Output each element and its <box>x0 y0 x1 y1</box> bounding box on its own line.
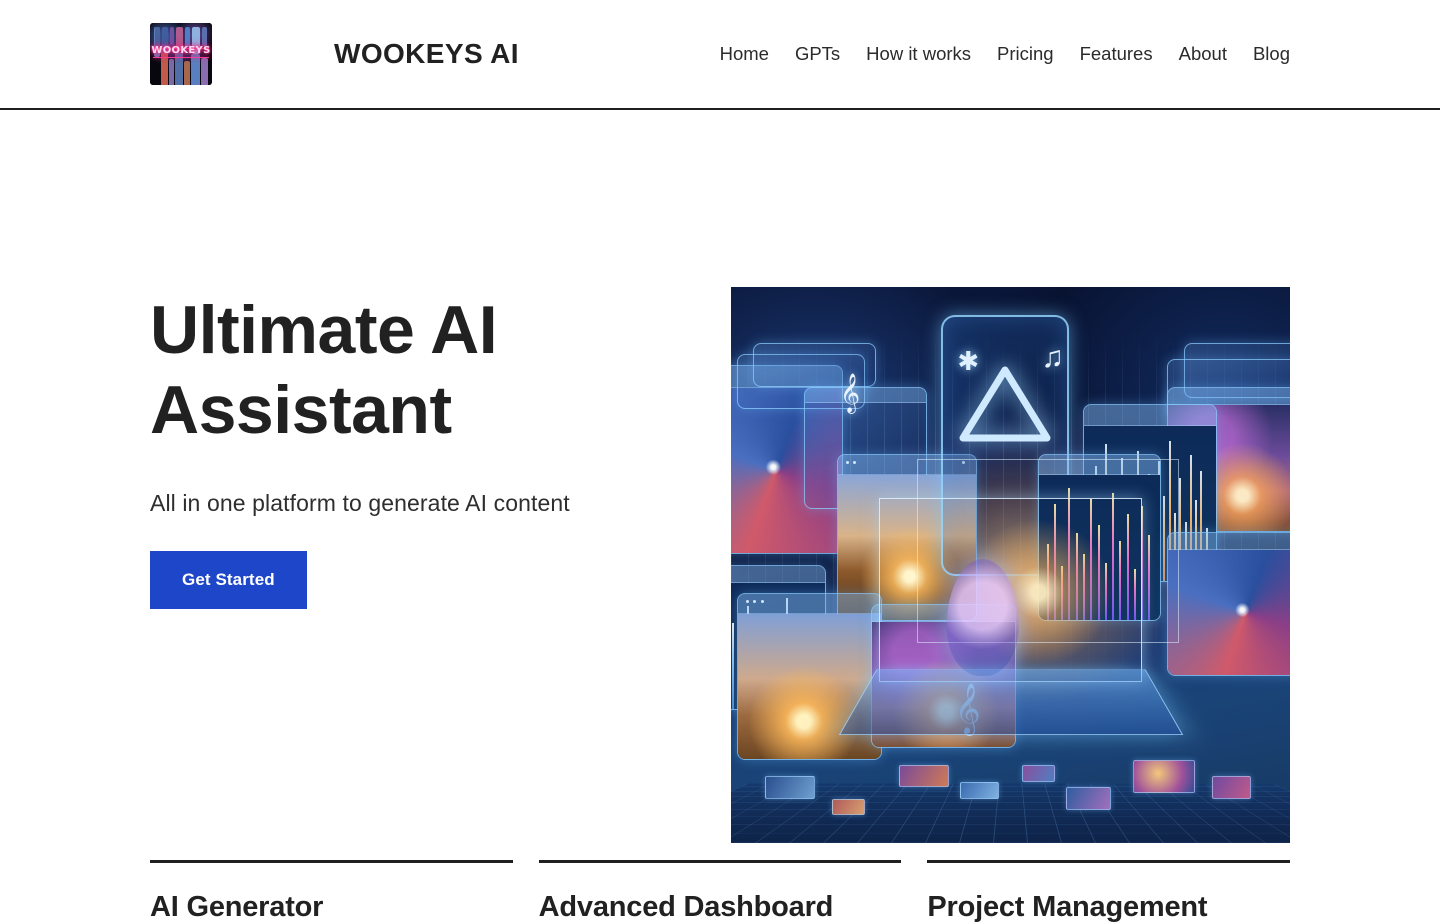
nav-item-blog[interactable]: Blog <box>1253 43 1290 65</box>
art-asterisk-icon: ✱ <box>957 346 980 377</box>
wookeys-logo-icon[interactable]: WOOKEYS <box>150 23 212 85</box>
feature-card-advanced-dashboard[interactable]: Advanced Dashboard <box>538 860 902 924</box>
art-holo-platform <box>838 669 1183 736</box>
nav-item-gpts[interactable]: GPTs <box>795 43 840 65</box>
logo-wordmark: WOOKEYS <box>151 45 211 57</box>
art-pane-titlebar <box>737 593 881 614</box>
art-pane-titlebar <box>1084 404 1217 426</box>
feature-title: Project Management <box>927 891 1208 923</box>
art-pane-titlebar <box>804 388 926 403</box>
feature-divider <box>538 860 902 863</box>
art-floor-tablet <box>831 798 866 816</box>
feature-title: Advanced Dashboard <box>538 891 834 923</box>
art-pane-titlebar <box>731 566 826 584</box>
logo-shape <box>202 27 207 46</box>
main-navigation: Home GPTs How it works Pricing Features … <box>720 43 1290 65</box>
art-music-note-icon: ♫ <box>1041 340 1064 374</box>
logo-neon-bar <box>153 57 209 59</box>
nav-item-how-it-works[interactable]: How it works <box>866 43 971 65</box>
logo-shape <box>191 54 200 85</box>
get-started-button[interactable]: Get Started <box>150 551 307 610</box>
art-sunset-art <box>737 613 881 759</box>
feature-divider <box>150 860 513 863</box>
nav-item-about[interactable]: About <box>1179 43 1227 65</box>
art-pane-galaxy-right <box>1167 531 1290 677</box>
feature-card-project-management[interactable]: Project Management <box>927 860 1291 924</box>
art-pane-titlebar <box>1168 532 1290 550</box>
art-floor-disc <box>1133 759 1195 793</box>
hero-copy: Ultimate AI Assistant All in one platfor… <box>150 290 690 610</box>
logo-shape <box>201 58 208 85</box>
logo-shape <box>185 27 190 47</box>
art-galaxy-art <box>1168 549 1290 676</box>
art-pane-titlebar <box>1168 388 1290 406</box>
art-floor-tablet <box>960 781 1000 799</box>
nav-item-pricing[interactable]: Pricing <box>997 43 1054 65</box>
art-triangle-icon <box>959 366 1051 466</box>
art-floor-tablet <box>1021 765 1056 782</box>
art-floor-tablet <box>1211 776 1251 799</box>
hero-section: Ultimate AI Assistant All in one platfor… <box>0 110 1440 843</box>
art-floor-tablet <box>1066 787 1112 810</box>
hero-title-line-1: Ultimate AI <box>150 292 498 368</box>
art-floor-tablet <box>764 776 815 799</box>
feature-title: AI Generator <box>150 891 324 923</box>
logo-shape <box>184 61 190 85</box>
brand-title: WOOKEYS AI <box>334 38 519 69</box>
feature-divider <box>927 860 1291 863</box>
features-section: AI Generator Advanced Dashboard Project … <box>150 860 1291 924</box>
art-treble-clef-icon: 𝄞 <box>840 373 861 412</box>
hero-title-line-2: Assistant <box>150 372 452 449</box>
site-header: WOOKEYS WOOKEYS AI Home GPTs How it work… <box>0 0 1440 110</box>
nav-item-home[interactable]: Home <box>720 43 769 65</box>
art-floor-tablet <box>898 765 949 788</box>
hero-subtitle: All in one platform to generate AI conte… <box>150 490 570 517</box>
nav-item-features[interactable]: Features <box>1080 43 1153 65</box>
logo-shape <box>170 27 174 45</box>
brand-block[interactable]: WOOKEYS WOOKEYS AI <box>150 23 519 85</box>
hero-title: Ultimate AI Assistant <box>150 290 690 450</box>
logo-shape <box>169 59 174 85</box>
feature-card-ai-generator[interactable]: AI Generator <box>150 860 513 924</box>
hero-illustration: 𝄞 ✱ ♫ <box>731 287 1290 843</box>
